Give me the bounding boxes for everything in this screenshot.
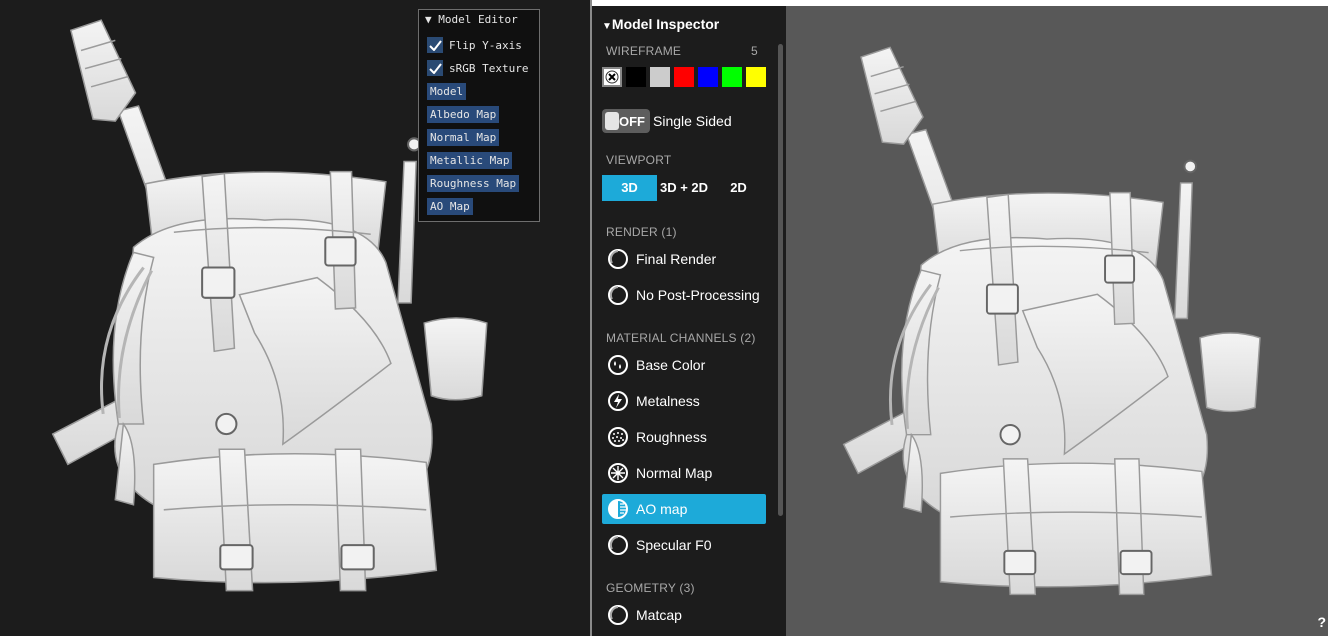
- albedo-map-button[interactable]: Albedo Map: [427, 106, 500, 123]
- model-editor-title[interactable]: ▼ Model Editor: [425, 13, 518, 27]
- ao-map-button[interactable]: AO Map: [427, 198, 473, 215]
- srgb-texture-checkbox-row[interactable]: sRGB Texture: [427, 59, 528, 77]
- ao-icon: [608, 499, 628, 519]
- wireframe-color-blue[interactable]: [698, 67, 718, 87]
- viewport-3d-2d-button[interactable]: 3D + 2D: [657, 175, 711, 201]
- model-editor-panel: ▼ Model Editor Flip Y-axis sRGB Texture …: [418, 9, 540, 222]
- wireframe-color-white[interactable]: [602, 67, 622, 87]
- final-render-label: Final Render: [636, 251, 717, 267]
- wireframe-label: WIREFRAME: [606, 44, 682, 58]
- specular-f0-label: Specular F0: [636, 537, 712, 553]
- normal-map-item[interactable]: Normal Map: [602, 458, 766, 488]
- right-viewport[interactable]: ?: [786, 6, 1328, 636]
- material-channels-label: MATERIAL CHANNELS (2): [606, 331, 756, 345]
- flip-y-axis-checkbox-row[interactable]: Flip Y-axis: [427, 36, 522, 54]
- inspector-scrollbar[interactable]: [778, 44, 783, 516]
- matcap-label: Matcap: [636, 607, 682, 623]
- inspector-title-text: Model Inspector: [611, 16, 720, 32]
- wireframe-color-gray[interactable]: [650, 67, 670, 87]
- metalness-item[interactable]: Metalness: [602, 386, 766, 416]
- single-sided-toggle[interactable]: OFF: [602, 109, 650, 133]
- flip-y-axis-checkbox[interactable]: [427, 37, 443, 53]
- circle-icon: [608, 605, 628, 625]
- flip-y-axis-label: Flip Y-axis: [449, 38, 522, 52]
- wireframe-color-black[interactable]: [626, 67, 646, 87]
- circle-icon: [608, 535, 628, 555]
- normal-map-label: Normal Map: [636, 465, 713, 481]
- srgb-texture-label: sRGB Texture: [449, 61, 529, 75]
- base-color-item[interactable]: Base Color: [602, 350, 766, 380]
- render-section-label: RENDER (1): [606, 225, 677, 239]
- metallic-map-button[interactable]: Metallic Map: [427, 152, 513, 169]
- wireframe-color-yellow[interactable]: [746, 67, 766, 87]
- base-color-label: Base Color: [636, 357, 706, 373]
- lightning-icon: [608, 391, 628, 411]
- roughness-label: Roughness: [636, 429, 707, 445]
- wireframe-count: 5: [751, 44, 758, 58]
- specular-f0-item[interactable]: Specular F0: [602, 530, 766, 560]
- model-editor-title-text: Model Editor: [438, 13, 518, 26]
- help-icon[interactable]: ?: [1317, 614, 1326, 630]
- check-icon: [428, 39, 442, 51]
- inspector-title[interactable]: ▼Model Inspector: [602, 16, 719, 35]
- metalness-label: Metalness: [636, 393, 700, 409]
- viewport-2d-button[interactable]: 2D: [711, 175, 766, 201]
- viewport-label: VIEWPORT: [606, 153, 672, 167]
- roughness-map-button[interactable]: Roughness Map: [427, 175, 520, 192]
- check-icon: [428, 62, 442, 74]
- toggle-knob: [605, 112, 619, 130]
- collapse-triangle-icon[interactable]: ▼: [425, 13, 432, 26]
- left-viewport[interactable]: ▼ Model Editor Flip Y-axis sRGB Texture …: [0, 0, 590, 636]
- backpack-model-right: [842, 45, 1262, 596]
- ao-map-item[interactable]: AO map: [602, 494, 766, 524]
- ao-map-label: AO map: [636, 501, 688, 517]
- wireframe-color-green[interactable]: [722, 67, 742, 87]
- no-post-processing-item[interactable]: No Post-Processing: [602, 280, 766, 310]
- roughness-item[interactable]: Roughness: [602, 422, 766, 452]
- close-icon: [605, 70, 619, 84]
- color-drops-icon: [608, 355, 628, 375]
- normal-map-button[interactable]: Normal Map: [427, 129, 500, 146]
- final-render-item[interactable]: Final Render: [602, 244, 766, 274]
- no-post-processing-label: No Post-Processing: [636, 287, 760, 303]
- wireframe-color-red[interactable]: [674, 67, 694, 87]
- collapse-triangle-icon[interactable]: ▼: [602, 21, 612, 32]
- single-sided-label: Single Sided: [653, 113, 732, 129]
- circle-icon: [608, 249, 628, 269]
- circle-icon: [608, 285, 628, 305]
- normal-map-icon: [608, 463, 628, 483]
- dotted-sphere-icon: [608, 427, 628, 447]
- toggle-state-text: OFF: [619, 114, 645, 129]
- model-inspector-panel: ▼Model Inspector WIREFRAME 5 OFF Single …: [592, 6, 786, 636]
- model-button[interactable]: Model: [427, 83, 467, 100]
- matcap-item[interactable]: Matcap: [602, 600, 766, 630]
- srgb-texture-checkbox[interactable]: [427, 60, 443, 76]
- geometry-section-label: GEOMETRY (3): [606, 581, 695, 595]
- viewport-3d-button[interactable]: 3D: [602, 175, 657, 201]
